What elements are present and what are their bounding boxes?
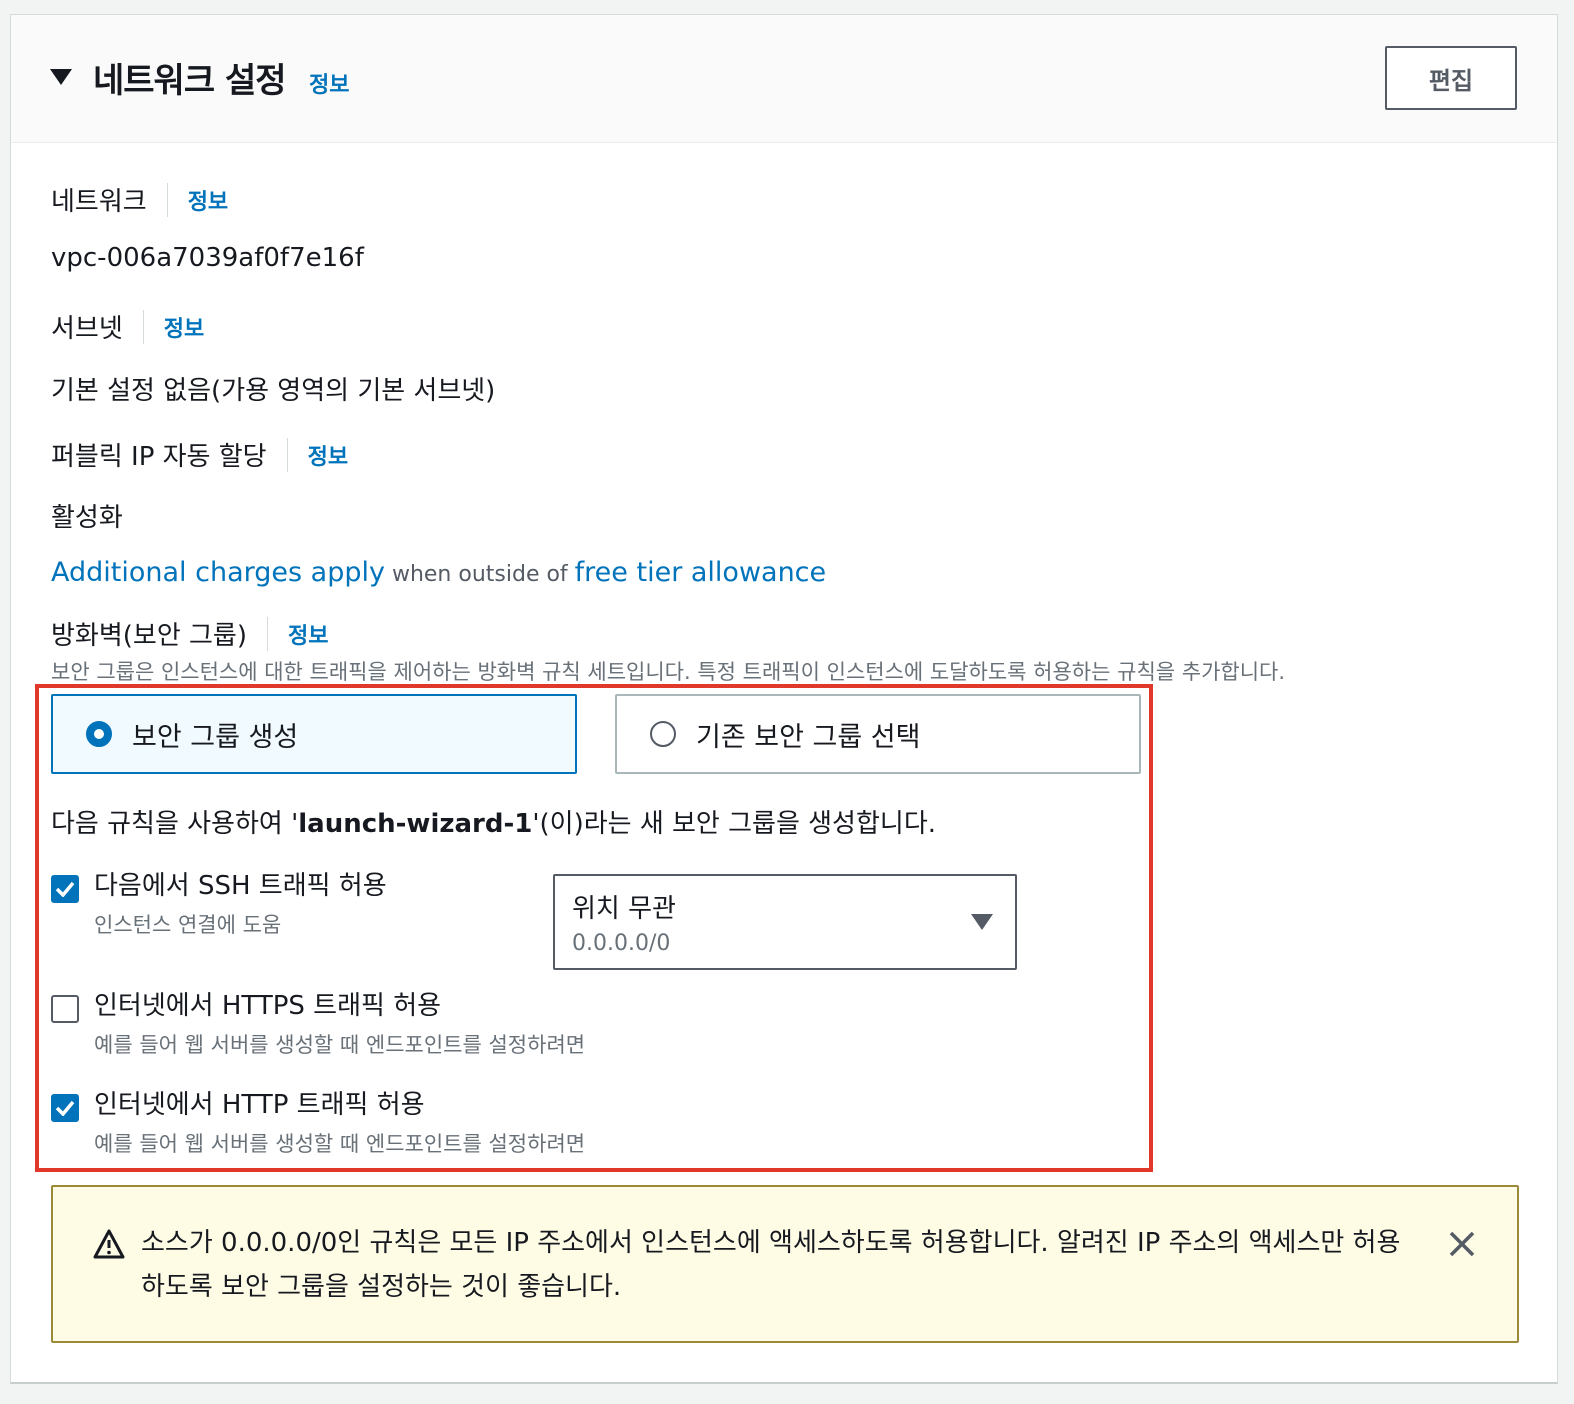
firewall-info-link[interactable]: 정보	[288, 618, 328, 650]
select-description: 0.0.0.0/0	[572, 931, 671, 956]
http-rule-description: 예를 들어 웹 서버를 생성할 때 엔드포인트를 설정하려면	[94, 1132, 586, 1156]
divider	[267, 616, 268, 651]
http-rule: 인터넷에서 HTTP 트래픽 허용 예를 들어 웹 서버를 생성할 때 엔드포인…	[51, 1088, 585, 1158]
network-label: 네트워크	[51, 187, 147, 217]
security-group-name: launch-wizard-1	[298, 809, 533, 839]
charges-notice: Additional charges apply when outside of…	[51, 557, 826, 588]
https-rule-label: 인터넷에서 HTTPS 트래픽 허용	[94, 991, 442, 1021]
public-ip-value: 활성화	[51, 503, 123, 533]
firewall-label-row: 방화벽(보안 그룹) 정보	[51, 615, 328, 652]
select-value: 위치 무관	[572, 894, 676, 924]
warning-text: 소스가 0.0.0.0/0인 규칙은 모든 IP 주소에서 인스턴스에 액세스하…	[141, 1228, 1401, 1302]
rule-desc-prefix: 다음 규칙을 사용하여 '	[51, 809, 299, 839]
http-checkbox[interactable]	[51, 1094, 79, 1122]
free-tier-link[interactable]: free tier allowance	[575, 557, 826, 588]
vpc-id: vpc-006a7039af0f7e16f	[51, 243, 364, 273]
subnet-label: 서브넷	[51, 314, 123, 344]
panel-header: 네트워크 설정 정보 편집	[11, 15, 1557, 143]
https-checkbox[interactable]	[51, 995, 79, 1023]
rule-description: 다음 규칙을 사용하여 'launch-wizard-1'(이)라는 새 보안 …	[51, 803, 936, 840]
https-rule-description: 예를 들어 웹 서버를 생성할 때 엔드포인트를 설정하려면	[94, 1033, 586, 1057]
checkmark-icon	[55, 1100, 75, 1116]
section-title: 네트워크 설정	[93, 61, 287, 101]
ssh-checkbox[interactable]	[51, 875, 79, 903]
subnet-label-row: 서브넷 정보	[51, 308, 204, 345]
caret-down-icon[interactable]	[50, 69, 72, 85]
divider	[142, 309, 144, 344]
checkmark-icon	[55, 881, 75, 897]
network-info-link[interactable]: 정보	[188, 184, 228, 216]
http-rule-label: 인터넷에서 HTTP 트래픽 허용	[94, 1090, 425, 1120]
additional-charges-link[interactable]: Additional charges apply	[51, 557, 385, 588]
option-label: 기존 보안 그룹 선택	[696, 721, 921, 753]
network-settings-panel: 네트워크 설정 정보 편집 네트워크 정보 vpc-006a7039af0f7e…	[10, 14, 1558, 1384]
divider	[166, 182, 168, 217]
radio-selected-icon[interactable]	[86, 721, 112, 747]
select-existing-group-option[interactable]: 기존 보안 그룹 선택	[615, 694, 1141, 774]
public-ip-label-row: 퍼블릭 IP 자동 할당 정보	[51, 436, 348, 473]
network-label-row: 네트워크 정보	[51, 181, 228, 218]
create-security-group-option[interactable]: 보안 그룹 생성	[51, 694, 577, 774]
firewall-label: 방화벽(보안 그룹)	[51, 621, 247, 651]
divider	[286, 437, 288, 472]
ssh-rule-description: 인스턴스 연결에 도움	[94, 913, 282, 937]
subnet-info-link[interactable]: 정보	[164, 311, 204, 343]
ssh-rule-label: 다음에서 SSH 트래픽 허용	[94, 871, 387, 901]
radio-unselected-icon[interactable]	[650, 721, 676, 747]
ssh-rule: 다음에서 SSH 트래픽 허용 인스턴스 연결에 도움	[51, 869, 387, 939]
caret-down-icon	[971, 914, 993, 930]
firewall-description: 보안 그룹은 인스턴스에 대한 트래픽을 제어하는 방화벽 규칙 세트입니다. …	[51, 660, 1286, 684]
rule-desc-suffix: '(이)라는 새 보안 그룹을 생성합니다.	[532, 809, 936, 839]
info-link[interactable]: 정보	[309, 67, 349, 99]
charges-middle-text: when outside of	[384, 562, 575, 587]
public-ip-label: 퍼블릭 IP 자동 할당	[51, 442, 267, 472]
public-ip-info-link[interactable]: 정보	[308, 439, 348, 471]
ssh-source-select[interactable]: 위치 무관 0.0.0.0/0	[553, 874, 1017, 970]
subnet-value: 기본 설정 없음(가용 영역의 기본 서브넷)	[51, 376, 496, 406]
close-icon[interactable]	[1447, 1229, 1477, 1259]
https-rule: 인터넷에서 HTTPS 트래픽 허용 예를 들어 웹 서버를 생성할 때 엔드포…	[51, 989, 585, 1059]
edit-button[interactable]: 편집	[1385, 46, 1517, 110]
warning-icon	[93, 1229, 125, 1259]
warning-alert: 소스가 0.0.0.0/0인 규칙은 모든 IP 주소에서 인스턴스에 액세스하…	[51, 1185, 1519, 1343]
option-label: 보안 그룹 생성	[132, 721, 299, 753]
